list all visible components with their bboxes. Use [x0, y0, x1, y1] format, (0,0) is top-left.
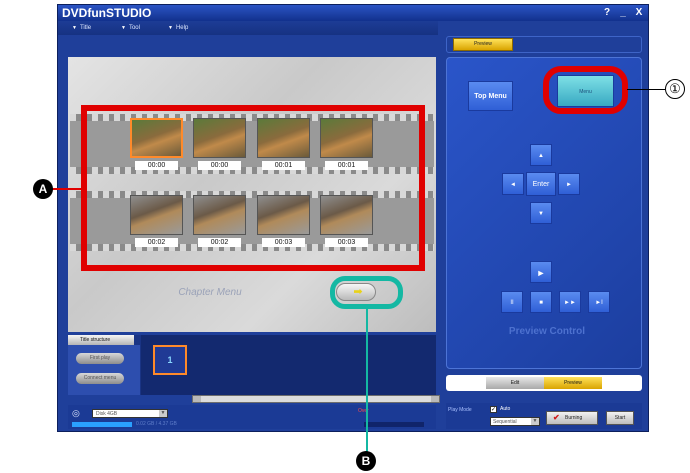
chevron-down-icon: ▼ [121, 25, 126, 31]
title-structure-area: 1 [141, 335, 436, 395]
menu-help[interactable]: ▼ Help [168, 22, 188, 34]
burning-button[interactable]: ✔ Burning [546, 411, 598, 425]
capacity-meter [364, 422, 424, 427]
annotation-b-marker: B [356, 451, 376, 471]
menu-title-label: Title [79, 25, 92, 31]
connect-menu-button[interactable]: Connect menu [76, 373, 124, 384]
burning-label: Burning [565, 415, 583, 421]
annotation-1-marker: ① [665, 79, 685, 99]
help-button[interactable]: ? [601, 6, 613, 19]
chevron-down-icon: ▼ [531, 418, 539, 425]
tab-preview[interactable]: Preview [453, 38, 513, 51]
annotation-a-marker: A [33, 179, 53, 199]
capacity-warning: Over [358, 408, 369, 414]
right-arrow-button[interactable]: ► [558, 173, 580, 195]
left-arrow-button[interactable]: ◄ [502, 173, 524, 195]
title-bar: DVDfunSTUDIO [58, 5, 648, 21]
annotation-b-highlight [330, 276, 403, 309]
enter-button[interactable]: Enter [526, 172, 556, 196]
chevron-down-icon: ▼ [159, 410, 167, 417]
chapter-menu-label: Chapter Menu [178, 287, 242, 298]
close-button[interactable]: X [633, 6, 645, 19]
scrollbar-thumb[interactable] [201, 396, 431, 402]
disc-info-bar: ◎ Disk 4GB ▼ 0.02 GB / 4.37 GB Over [68, 405, 436, 429]
menu-tool[interactable]: ▼ Tool [121, 22, 140, 34]
minimize-button[interactable]: _ [617, 6, 629, 19]
mode-toggle: Edit Preview [446, 375, 642, 391]
annotation-1-highlight [543, 66, 628, 114]
title-thumbnail[interactable]: 1 [153, 345, 187, 375]
title-structure-buttons: First play Connect menu [68, 345, 140, 395]
menu-tool-label: Tool [128, 25, 140, 31]
annotation-b-leader [366, 307, 368, 455]
title-thumbnail-label: 1 [167, 355, 173, 365]
chevron-down-icon: ▼ [72, 25, 77, 31]
auto-checkbox[interactable]: ✓ [490, 406, 497, 413]
first-play-button[interactable]: First play [76, 353, 124, 364]
tab-preview-mode[interactable]: Preview [544, 377, 602, 389]
pause-button[interactable]: II [501, 291, 523, 313]
title-structure-panel: Title structure First play Connect menu … [68, 335, 436, 395]
down-arrow-button[interactable]: ▼ [530, 202, 552, 224]
play-mode-label: Play Mode [448, 407, 472, 413]
disc-icon: ◎ [72, 408, 80, 418]
auto-label: Auto [500, 406, 511, 412]
play-order-value: Sequential [493, 419, 517, 425]
fast-forward-button[interactable]: ►► [559, 291, 581, 313]
tab-title-structure[interactable]: Title structure [68, 335, 134, 345]
check-icon: ✔ [553, 413, 560, 422]
annotation-a-highlight [81, 105, 425, 271]
disc-type-value: Disk 4GB [96, 411, 118, 417]
top-menu-button[interactable]: Top Menu [468, 81, 513, 111]
start-button[interactable]: Start [606, 411, 634, 425]
menu-help-label: Help [175, 25, 189, 31]
menu-title[interactable]: ▼ Title [72, 22, 91, 34]
tab-edit[interactable]: Edit [486, 377, 544, 389]
play-order-select[interactable]: Sequential ▼ [490, 417, 540, 426]
play-mode-bar: Play Mode ✓ Auto Sequential ▼ ✔ Burning St… [446, 403, 642, 429]
menu-bar: ▼ Title ▼ Tool ▼ Help [58, 21, 438, 35]
capacity-text: 0.02 GB / 4.37 GB [136, 421, 177, 427]
chevron-down-icon: ▼ [168, 25, 173, 31]
horizontal-scrollbar[interactable] [192, 395, 440, 403]
capacity-bar [72, 422, 132, 427]
window-title: DVDfunSTUDIO [62, 6, 152, 20]
annotation-1-leader [627, 89, 665, 90]
up-arrow-button[interactable]: ▲ [530, 144, 552, 166]
preview-control-label: Preview Control [508, 326, 586, 337]
stop-button[interactable]: ■ [530, 291, 552, 313]
disc-type-select[interactable]: Disk 4GB ▼ [92, 409, 168, 418]
play-button[interactable]: ► [530, 261, 552, 283]
next-chapter-button[interactable]: ►I [588, 291, 610, 313]
